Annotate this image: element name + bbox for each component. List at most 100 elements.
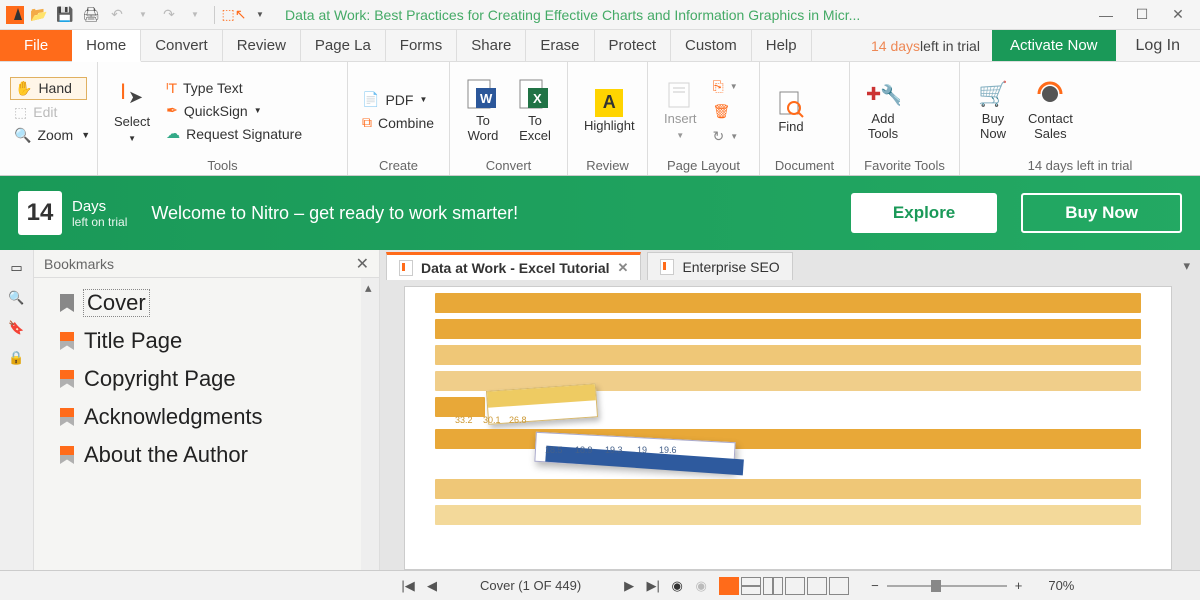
request-signature-label: Request Signature [186, 126, 302, 142]
zoom-out-icon[interactable]: − [871, 578, 879, 593]
page-indicator[interactable]: Cover (1 OF 449) [450, 578, 611, 593]
pages-panel-icon[interactable]: ▭ [7, 258, 27, 278]
pdf-label: PDF [385, 92, 413, 108]
save-icon[interactable]: 💾 [54, 4, 76, 26]
bookmarks-panel-icon[interactable]: 🔖 [7, 318, 27, 338]
maximize-icon[interactable]: ☐ [1126, 1, 1158, 29]
view-facing-icon[interactable] [763, 577, 783, 595]
insert-label: Insert [664, 111, 697, 126]
next-page-icon[interactable]: ▶ [619, 576, 639, 596]
insert-button[interactable]: Insert▼ [658, 66, 703, 156]
to-excel-button[interactable]: X To Excel [512, 66, 558, 156]
explore-button[interactable]: Explore [851, 193, 997, 233]
zoom-slider[interactable] [887, 585, 1007, 587]
zoom-in-icon[interactable]: + [1015, 578, 1023, 593]
first-page-icon[interactable]: |◀ [398, 576, 418, 596]
doc-tab[interactable]: Data at Work - Excel Tutorial✕ [386, 252, 641, 280]
delete-page-icon[interactable]: 🗑 [709, 101, 743, 122]
combine-icon: ⧉ [362, 114, 372, 131]
open-icon[interactable]: 📂 [28, 4, 50, 26]
tab-home[interactable]: Home [72, 30, 141, 62]
quicksign-button[interactable]: ✒QuickSign▼ [162, 100, 306, 121]
zoom-tool[interactable]: 🔍Zoom▼ [10, 125, 87, 146]
tab-convert[interactable]: Convert [141, 30, 223, 61]
tab-forms[interactable]: Forms [386, 30, 458, 61]
prev-page-icon[interactable]: ◀ [422, 576, 442, 596]
value-label: 19.3 [605, 445, 623, 455]
view-presentation-icon[interactable] [807, 577, 827, 595]
close-icon[interactable]: ✕ [1162, 1, 1194, 29]
add-tools-button[interactable]: ✚🔧 Add Tools [860, 66, 906, 156]
view-continuous-icon[interactable] [741, 577, 761, 595]
scroll-up-icon[interactable]: ▴ [365, 280, 372, 296]
qat-drop-icon[interactable]: ▼ [249, 4, 271, 26]
tabs-menu-icon[interactable]: ▾ [1173, 258, 1200, 274]
tab-review[interactable]: Review [223, 30, 301, 61]
close-panel-icon[interactable]: ✕ [356, 254, 369, 274]
zoom-knob[interactable] [931, 580, 941, 592]
zoom-value[interactable]: 70% [1048, 578, 1074, 593]
bookmark-item[interactable]: Cover [58, 284, 369, 322]
buy-now-banner-button[interactable]: Buy Now [1021, 193, 1182, 233]
file-tab[interactable]: File [0, 30, 72, 61]
bookmark-item[interactable]: Copyright Page [58, 360, 369, 398]
redo-drop-icon[interactable]: ▼ [184, 4, 206, 26]
pdf-file-icon [660, 259, 674, 275]
tab-page-layout[interactable]: Page La [301, 30, 386, 61]
bookmark-icon [60, 446, 74, 464]
hand-tool[interactable]: ✋Hand [10, 77, 87, 100]
combine-button[interactable]: ⧉Combine [358, 112, 438, 133]
tab-help[interactable]: Help [752, 30, 812, 61]
close-tab-icon[interactable]: ✕ [618, 260, 629, 276]
view-fullscreen-icon[interactable] [829, 577, 849, 595]
request-signature-button[interactable]: ☁ Request Signature [162, 123, 306, 144]
fwd-view-icon[interactable]: ◉ [691, 576, 711, 596]
type-text-button[interactable]: ᴵTType Text [162, 78, 306, 98]
view-grid-icon[interactable] [785, 577, 805, 595]
bookmark-item[interactable]: Acknowledgments [58, 398, 369, 436]
group-label-document: Document [770, 158, 839, 173]
doc-tab[interactable]: Enterprise SEO [647, 252, 792, 280]
minimize-icon[interactable]: ― [1090, 1, 1122, 29]
rotate-icon[interactable]: ↻ ▼ [709, 126, 743, 147]
buy-now-button[interactable]: 🛒 Buy Now [970, 66, 1016, 156]
page-canvas[interactable]: 33.2 30.1 26.8 18.5 18.9 19.3 19 19.6 ▴ [404, 286, 1172, 570]
bookmark-item[interactable]: About the Author [58, 436, 369, 474]
edit-tool[interactable]: ⬚Edit [10, 102, 87, 123]
cloud-sign-icon: ☁ [166, 125, 180, 142]
tab-protect[interactable]: Protect [595, 30, 672, 61]
zoom-label: Zoom [37, 127, 73, 143]
select-tool-icon[interactable]: ⬚↖ [223, 4, 245, 26]
bookmark-label: Acknowledgments [84, 404, 263, 430]
to-word-button[interactable]: W To Word [460, 66, 506, 156]
print-icon[interactable]: 🖨 [80, 4, 102, 26]
highlight-button[interactable]: A Highlight [578, 66, 641, 156]
view-single-icon[interactable] [719, 577, 739, 595]
last-page-icon[interactable]: ▶| [643, 576, 663, 596]
svg-text:🔧: 🔧 [880, 83, 900, 107]
select-button[interactable]: I➤ Select▼ [108, 66, 156, 156]
pdf-button[interactable]: 📄PDF▼ [358, 89, 438, 110]
group-label-create: Create [358, 158, 439, 173]
tab-erase[interactable]: Erase [526, 30, 594, 61]
log-in-button[interactable]: Log In [1116, 30, 1200, 61]
find-button[interactable]: Find [770, 66, 812, 156]
undo-drop-icon[interactable]: ▼ [132, 4, 154, 26]
tab-custom[interactable]: Custom [671, 30, 752, 61]
pdf-icon: 📄 [362, 91, 379, 108]
contact-sales-label: Contact Sales [1028, 112, 1073, 142]
tab-share[interactable]: Share [457, 30, 526, 61]
redo-icon[interactable]: ↷ [158, 4, 180, 26]
security-panel-icon[interactable]: 🔒 [7, 348, 27, 368]
scrollbar[interactable]: ▴ [361, 278, 379, 570]
contact-sales-button[interactable]: Contact Sales [1022, 66, 1079, 156]
document-tabs: Data at Work - Excel Tutorial✕ Enterpris… [380, 250, 1200, 282]
bookmarks-panel: Bookmarks✕ Cover Title Page Copyright Pa… [34, 250, 380, 570]
back-view-icon[interactable]: ◉ [667, 576, 687, 596]
extract-icon[interactable]: ⎘ ▼ [709, 76, 743, 97]
bookmark-item[interactable]: Title Page [58, 322, 369, 360]
undo-icon[interactable]: ↶ [106, 4, 128, 26]
search-panel-icon[interactable]: 🔍 [7, 288, 27, 308]
document-area: Data at Work - Excel Tutorial✕ Enterpris… [380, 250, 1200, 570]
activate-now-button[interactable]: Activate Now [992, 30, 1116, 61]
